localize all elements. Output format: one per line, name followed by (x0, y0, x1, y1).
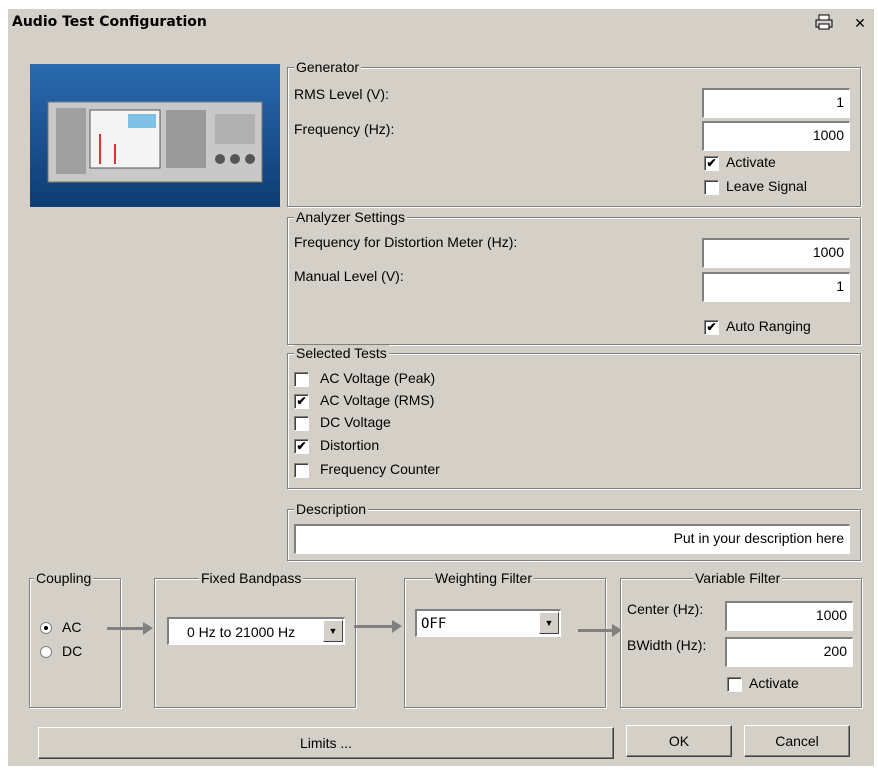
right-arrow-icon (107, 622, 153, 635)
dc-voltage-checkbox[interactable] (294, 416, 309, 431)
auto-ranging-label: Auto Ranging (726, 318, 811, 334)
generator-group: Generator RMS Level (V): 1 Frequency (Hz… (287, 59, 861, 207)
ac-voltage-peak-label: AC Voltage (Peak) (320, 370, 436, 386)
center-input[interactable]: 1000 (725, 601, 853, 631)
weighting-filter-value: OFF (421, 616, 447, 632)
distortion-frequency-input[interactable]: 1000 (702, 238, 850, 268)
generator-activate-label: Activate (726, 154, 776, 170)
frequency-counter-checkbox[interactable] (294, 463, 309, 478)
coupling-dc-label: DC (62, 643, 83, 659)
title-bar: Audio Test Configuration ✕ (8, 9, 874, 37)
center-label: Center (Hz): (627, 601, 704, 617)
ok-button[interactable]: OK (626, 725, 732, 757)
dialog-window: Audio Test Configuration ✕ Generator RMS… (8, 9, 874, 766)
selected-tests-legend: Selected Tests (294, 345, 389, 361)
variable-filter-legend: Variable Filter (693, 570, 783, 586)
bwidth-label: BWidth (Hz): (627, 637, 707, 653)
analyzer-group: Analyzer Settings Frequency for Distorti… (287, 209, 861, 345)
variable-activate-label: Activate (749, 675, 799, 691)
coupling-dc-radio[interactable] (40, 646, 52, 658)
analyzer-legend: Analyzer Settings (294, 209, 407, 225)
right-arrow-icon (354, 620, 402, 633)
ac-voltage-peak-checkbox[interactable] (294, 372, 309, 387)
distortion-checkbox[interactable]: ✔ (294, 439, 309, 454)
generator-activate-checkbox[interactable]: ✔ (704, 156, 719, 171)
chevron-down-icon[interactable]: ▼ (323, 620, 343, 642)
frequency-counter-label: Frequency Counter (320, 461, 440, 477)
selected-tests-group: Selected Tests AC Voltage (Peak) ✔ AC Vo… (287, 345, 861, 489)
device-photo (30, 64, 280, 207)
fixed-bandpass-select[interactable]: 0 Hz to 21000 Hz ▼ (167, 617, 345, 645)
distortion-label: Distortion (320, 437, 380, 453)
fixed-bandpass-value: 0 Hz to 21000 Hz (187, 624, 296, 640)
manual-level-label: Manual Level (V): (294, 268, 404, 284)
coupling-group: Coupling AC DC (29, 570, 121, 708)
bwidth-input[interactable]: 200 (725, 637, 853, 667)
chevron-down-icon[interactable]: ▼ (539, 612, 559, 634)
fixed-bandpass-group: Fixed Bandpass 0 Hz to 21000 Hz ▼ (154, 570, 356, 708)
manual-level-input[interactable]: 1 (702, 272, 850, 302)
fixed-bandpass-legend: Fixed Bandpass (199, 570, 304, 586)
variable-activate-checkbox[interactable] (727, 677, 742, 692)
description-legend: Description (294, 501, 369, 517)
generator-legend: Generator (294, 59, 362, 75)
frequency-label: Frequency (Hz): (294, 121, 395, 137)
coupling-ac-radio[interactable] (40, 622, 52, 634)
leave-signal-label: Leave Signal (726, 178, 807, 194)
coupling-ac-label: AC (62, 619, 82, 635)
printer-icon[interactable] (814, 14, 834, 32)
auto-ranging-checkbox[interactable]: ✔ (704, 320, 719, 335)
ac-voltage-rms-label: AC Voltage (RMS) (320, 392, 435, 408)
ac-voltage-rms-checkbox[interactable]: ✔ (294, 394, 309, 409)
leave-signal-checkbox[interactable] (704, 180, 719, 195)
variable-filter-group: Variable Filter Center (Hz): 1000 BWidth… (620, 570, 862, 708)
weighting-filter-legend: Weighting Filter (433, 570, 535, 586)
description-group: Description Put in your description here (287, 501, 861, 561)
window-title: Audio Test Configuration (12, 14, 207, 30)
distortion-frequency-label: Frequency for Distortion Meter (Hz): (294, 234, 518, 250)
limits-button[interactable]: Limits ... (38, 727, 614, 759)
weighting-filter-select[interactable]: OFF ▼ (415, 609, 561, 637)
coupling-legend: Coupling (34, 570, 94, 586)
cancel-button[interactable]: Cancel (744, 725, 850, 757)
weighting-filter-group: Weighting Filter OFF ▼ (404, 570, 606, 708)
right-arrow-icon (578, 624, 622, 637)
close-icon[interactable]: ✕ (850, 14, 870, 32)
dc-voltage-label: DC Voltage (320, 414, 391, 430)
frequency-input[interactable]: 1000 (702, 121, 850, 151)
rms-level-label: RMS Level (V): (294, 86, 389, 102)
description-input[interactable]: Put in your description here (294, 524, 850, 554)
rms-level-input[interactable]: 1 (702, 88, 850, 118)
